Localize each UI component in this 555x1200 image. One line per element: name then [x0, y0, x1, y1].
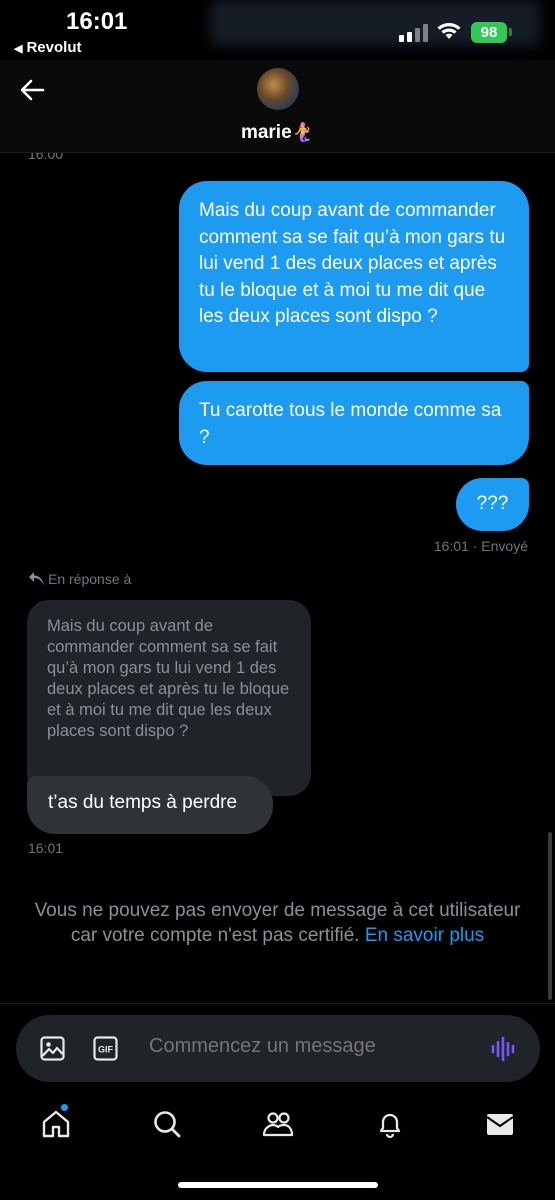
gif-label: GIF [98, 1045, 114, 1055]
quoted-message[interactable]: Mais du coup avant de commander comment … [27, 600, 311, 796]
communities-icon[interactable] [262, 1108, 294, 1140]
battery-tip [509, 28, 512, 36]
conversation-header: marie🧜‍♀️ [0, 60, 555, 152]
search-icon[interactable] [151, 1108, 183, 1140]
home-indicator [178, 1182, 378, 1188]
notification-dot [61, 1104, 68, 1111]
notifications-icon[interactable] [374, 1108, 406, 1140]
learn-more-link[interactable]: En savoir plus [365, 925, 484, 946]
contact-name[interactable]: marie🧜‍♀️ [0, 122, 555, 144]
incoming-message[interactable]: t’as du temps à perdre [27, 776, 273, 834]
mermaid-emoji: 🧜‍♀️ [291, 122, 315, 142]
notice-line-2-wrap: car votre compte n'est pas certifié. En … [0, 923, 555, 948]
signal-icon [399, 24, 429, 42]
status-bar: 16:01 ◀ Revolut 98 [0, 0, 555, 60]
message-input[interactable] [149, 1035, 469, 1058]
back-app-label: Revolut [26, 39, 82, 56]
battery-indicator: 98 [471, 22, 507, 43]
scrollbar[interactable] [548, 832, 552, 1000]
message-composer: GIF [16, 1015, 540, 1082]
header-divider [0, 152, 555, 153]
back-to-app-link[interactable]: ◀ Revolut [14, 39, 81, 56]
notice-line-2: car votre compte n'est pas certifié. [70, 925, 360, 946]
wifi-icon [437, 23, 461, 39]
reply-label-text: En réponse à [48, 571, 132, 587]
gif-icon[interactable]: GIF [93, 1036, 118, 1061]
outgoing-message-1[interactable]: Mais du coup avant de commander comment … [179, 181, 529, 372]
outgoing-message-2[interactable]: Tu carotte tous le monde comme sa ? [179, 381, 529, 465]
voice-message-icon[interactable] [491, 1036, 517, 1062]
back-triangle-icon: ◀ [14, 43, 23, 55]
composer-divider [0, 1003, 555, 1004]
bottom-tab-bar [0, 1098, 555, 1158]
sent-status: 16:01 · Envoyé [433, 538, 528, 554]
status-time: 16:01 [66, 8, 128, 35]
image-icon[interactable] [40, 1036, 65, 1061]
reply-label: En réponse à [28, 571, 131, 587]
outgoing-message-3[interactable]: ??? [456, 478, 529, 531]
messages-icon[interactable] [484, 1108, 516, 1140]
avatar[interactable] [257, 68, 299, 110]
reply-arrow-icon [29, 572, 44, 586]
incoming-timestamp: 16:01 [28, 840, 64, 856]
home-icon[interactable] [40, 1108, 72, 1140]
notice-line-1: Vous ne pouvez pas envoyer de message à … [34, 900, 521, 921]
restriction-notice: Vous ne pouvez pas envoyer de message à … [0, 898, 555, 948]
back-arrow-icon[interactable] [18, 76, 46, 104]
contact-name-text: marie [240, 122, 292, 143]
